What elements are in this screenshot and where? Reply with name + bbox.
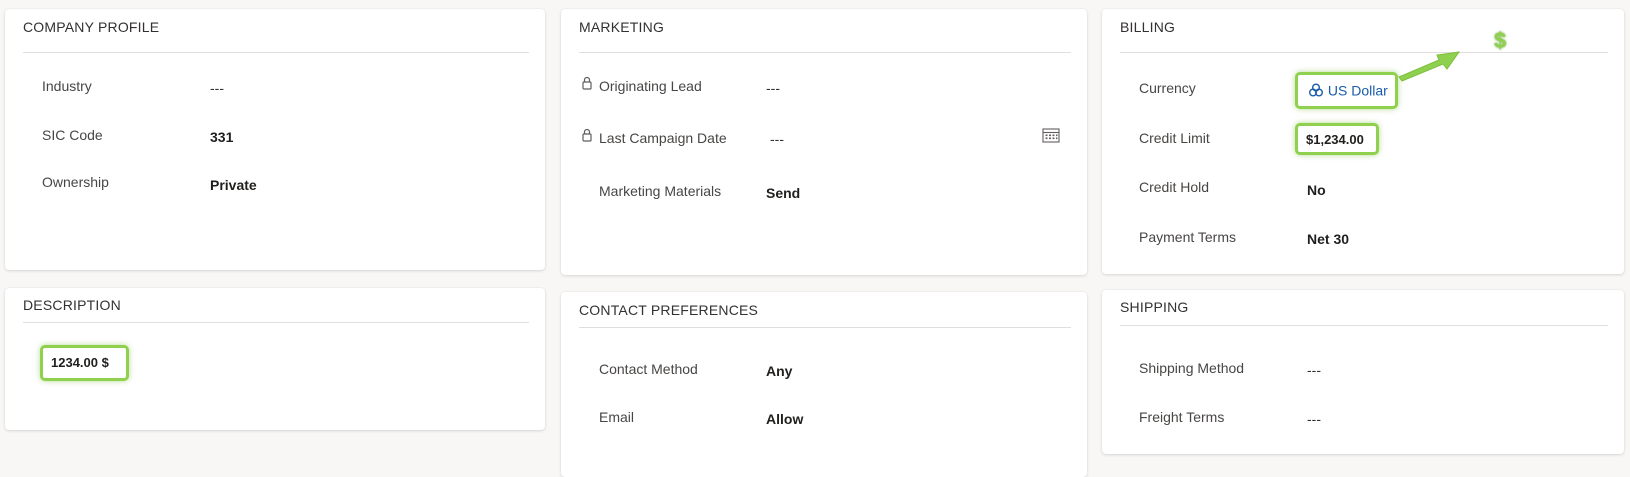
currency-icon xyxy=(1309,83,1323,97)
description-value: 1234.00 $ xyxy=(51,355,109,370)
divider xyxy=(1120,52,1608,53)
billing-title: BILLING xyxy=(1120,19,1176,35)
marketing-materials-value[interactable]: Send xyxy=(766,185,800,201)
email-value[interactable]: Allow xyxy=(766,411,803,427)
description-highlight[interactable]: 1234.00 $ xyxy=(40,345,129,381)
shipping-method-value[interactable]: --- xyxy=(1307,362,1321,378)
sic-code-value[interactable]: 331 xyxy=(210,129,233,145)
shipping-card: SHIPPING Shipping Method --- Freight Ter… xyxy=(1102,290,1624,454)
last-campaign-date-label: Last Campaign Date xyxy=(599,130,727,146)
payment-terms-label: Payment Terms xyxy=(1139,229,1236,245)
contact-method-value[interactable]: Any xyxy=(766,363,792,379)
marketing-materials-label: Marketing Materials xyxy=(599,183,722,199)
credit-hold-value[interactable]: No xyxy=(1307,182,1326,198)
lock-icon xyxy=(582,128,592,142)
contact-preferences-title: CONTACT PREFERENCES xyxy=(579,302,759,318)
billing-card: BILLING Currency US Dollar Credit Limit … xyxy=(1102,9,1624,274)
ownership-label: Ownership xyxy=(42,174,109,190)
divider xyxy=(1120,325,1608,326)
shipping-title: SHIPPING xyxy=(1120,299,1189,315)
currency-link[interactable]: US Dollar xyxy=(1308,81,1388,98)
shipping-method-label: Shipping Method xyxy=(1139,360,1245,376)
ownership-value[interactable]: Private xyxy=(210,177,257,193)
credit-hold-label: Credit Hold xyxy=(1139,179,1210,195)
currency-label: Currency xyxy=(1139,80,1196,96)
sic-code-label: SIC Code xyxy=(42,127,103,143)
credit-limit-label: Credit Limit xyxy=(1139,130,1210,146)
divider xyxy=(23,52,529,53)
contact-method-label: Contact Method xyxy=(599,361,698,377)
calendar-icon[interactable] xyxy=(1042,127,1060,143)
dollar-sign-icon: $ xyxy=(1494,28,1507,53)
contact-preferences-card: CONTACT PREFERENCES Contact Method Any E… xyxy=(561,292,1087,477)
currency-highlight[interactable]: US Dollar xyxy=(1295,72,1398,109)
credit-limit-value: $1,234.00 xyxy=(1306,132,1364,147)
email-label: Email xyxy=(599,409,635,425)
industry-value[interactable]: --- xyxy=(210,80,224,96)
company-profile-title: COMPANY PROFILE xyxy=(23,19,160,35)
freight-terms-value[interactable]: --- xyxy=(1307,411,1321,427)
divider xyxy=(579,52,1071,53)
lock-icon xyxy=(582,76,592,90)
annotation-arrow xyxy=(1398,51,1461,82)
currency-value: US Dollar xyxy=(1327,82,1388,99)
marketing-title: MARKETING xyxy=(579,19,665,35)
industry-label: Industry xyxy=(42,78,92,94)
originating-lead-label: Originating Lead xyxy=(599,78,702,94)
marketing-card: MARKETING Originating Lead --- Last Camp… xyxy=(561,9,1087,275)
divider xyxy=(579,327,1071,328)
originating-lead-value[interactable]: --- xyxy=(766,80,780,96)
company-profile-card: COMPANY PROFILE Industry --- SIC Code 33… xyxy=(5,9,545,270)
description-title: DESCRIPTION xyxy=(23,297,121,313)
description-card: DESCRIPTION 1234.00 $ xyxy=(5,288,545,430)
divider xyxy=(23,322,529,323)
freight-terms-label: Freight Terms xyxy=(1139,409,1225,425)
payment-terms-value[interactable]: Net 30 xyxy=(1307,231,1349,247)
credit-limit-highlight[interactable]: $1,234.00 xyxy=(1295,123,1379,155)
last-campaign-date-value[interactable]: --- xyxy=(770,131,784,147)
